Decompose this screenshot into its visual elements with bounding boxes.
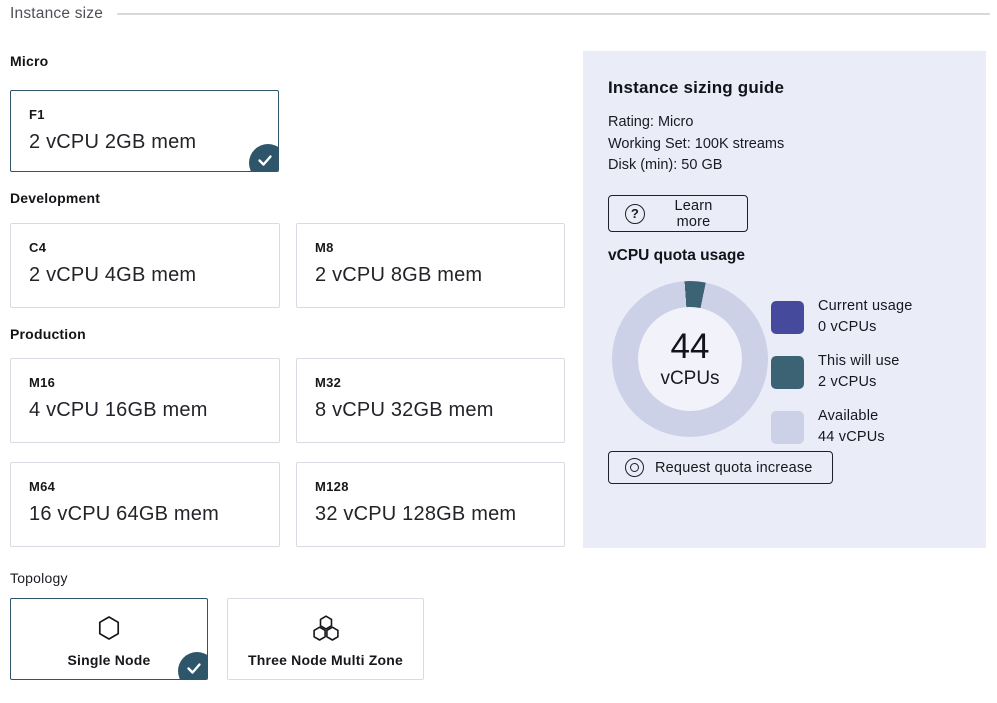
quota-legend: Current usage 0 vCPUs This will use 2 vC… — [771, 296, 913, 461]
topology-option-label: Three Node Multi Zone — [248, 652, 403, 668]
size-card-m128[interactable]: M128 32 vCPU 128GB mem — [296, 462, 565, 547]
current-usage-swatch — [771, 301, 804, 334]
card-spec: 2 vCPU 8GB mem — [315, 264, 546, 287]
size-card-m16[interactable]: M16 4 vCPU 16GB mem — [10, 358, 280, 443]
request-quota-label: Request quota increase — [655, 460, 813, 476]
three-hexagons-icon — [310, 613, 342, 643]
group-label-topology: Topology — [10, 570, 68, 586]
donut-value: 44 — [671, 328, 710, 366]
guide-title: Instance sizing guide — [608, 78, 784, 98]
will-use-swatch — [771, 356, 804, 389]
vcpu-donut-ring: 44 vCPUs — [612, 281, 768, 437]
legend-text: Current usage 0 vCPUs — [818, 296, 913, 338]
guide-info: Rating: Micro Working Set: 100K streams … — [608, 112, 784, 177]
guide-disk: Disk (min): 50 GB — [608, 155, 784, 177]
legend-row-available: Available 44 vCPUs — [771, 406, 913, 448]
learn-more-button[interactable]: ? Learn more — [608, 195, 748, 232]
legend-text: This will use 2 vCPUs — [818, 351, 900, 393]
vcpu-donut-center: 44 vCPUs — [638, 307, 742, 411]
card-code: C4 — [29, 240, 261, 255]
card-spec: 32 vCPU 128GB mem — [315, 503, 546, 526]
quota-target-icon — [625, 458, 644, 477]
card-spec: 16 vCPU 64GB mem — [29, 503, 261, 526]
available-swatch — [771, 411, 804, 444]
card-code: M32 — [315, 375, 546, 390]
instance-sizing-guide-panel: Instance sizing guide Rating: Micro Work… — [583, 51, 986, 548]
selected-check-icon — [249, 144, 279, 172]
header-divider — [117, 13, 990, 15]
legend-text: Available 44 vCPUs — [818, 406, 885, 448]
legend-row-current-usage: Current usage 0 vCPUs — [771, 296, 913, 338]
question-mark-icon: ? — [625, 204, 645, 224]
size-card-c4[interactable]: C4 2 vCPU 4GB mem — [10, 223, 280, 308]
instance-size-form: Instance size Micro F1 2 vCPU 2GB mem De… — [0, 0, 997, 703]
topology-option-single-node[interactable]: Single Node — [10, 598, 208, 680]
card-code: M128 — [315, 479, 546, 494]
group-label-production: Production — [10, 326, 86, 342]
legend-row-this-will-use: This will use 2 vCPUs — [771, 351, 913, 393]
page-title: Instance size — [10, 5, 103, 23]
card-spec: 2 vCPU 2GB mem — [29, 131, 260, 154]
quota-title: vCPU quota usage — [608, 247, 745, 265]
card-code: M16 — [29, 375, 261, 390]
size-card-f1[interactable]: F1 2 vCPU 2GB mem — [10, 90, 279, 172]
card-code: M64 — [29, 479, 261, 494]
group-label-development: Development — [10, 190, 100, 206]
section-header: Instance size — [10, 3, 990, 25]
guide-working-set: Working Set: 100K streams — [608, 134, 784, 156]
single-hexagon-icon — [97, 613, 121, 643]
selected-check-icon — [178, 652, 208, 680]
size-card-m64[interactable]: M64 16 vCPU 64GB mem — [10, 462, 280, 547]
guide-rating: Rating: Micro — [608, 112, 784, 134]
card-spec: 2 vCPU 4GB mem — [29, 264, 261, 287]
topology-option-three-node-multi-zone[interactable]: Three Node Multi Zone — [227, 598, 424, 680]
donut-unit: vCPUs — [660, 368, 719, 390]
card-spec: 8 vCPU 32GB mem — [315, 399, 546, 422]
topology-option-label: Single Node — [67, 652, 150, 668]
size-card-m8[interactable]: M8 2 vCPU 8GB mem — [296, 223, 565, 308]
group-label-micro: Micro — [10, 53, 48, 69]
request-quota-increase-button[interactable]: Request quota increase — [608, 451, 833, 484]
card-spec: 4 vCPU 16GB mem — [29, 399, 261, 422]
card-code: M8 — [315, 240, 546, 255]
learn-more-label: Learn more — [656, 198, 731, 230]
size-card-m32[interactable]: M32 8 vCPU 32GB mem — [296, 358, 565, 443]
card-code: F1 — [29, 107, 260, 122]
